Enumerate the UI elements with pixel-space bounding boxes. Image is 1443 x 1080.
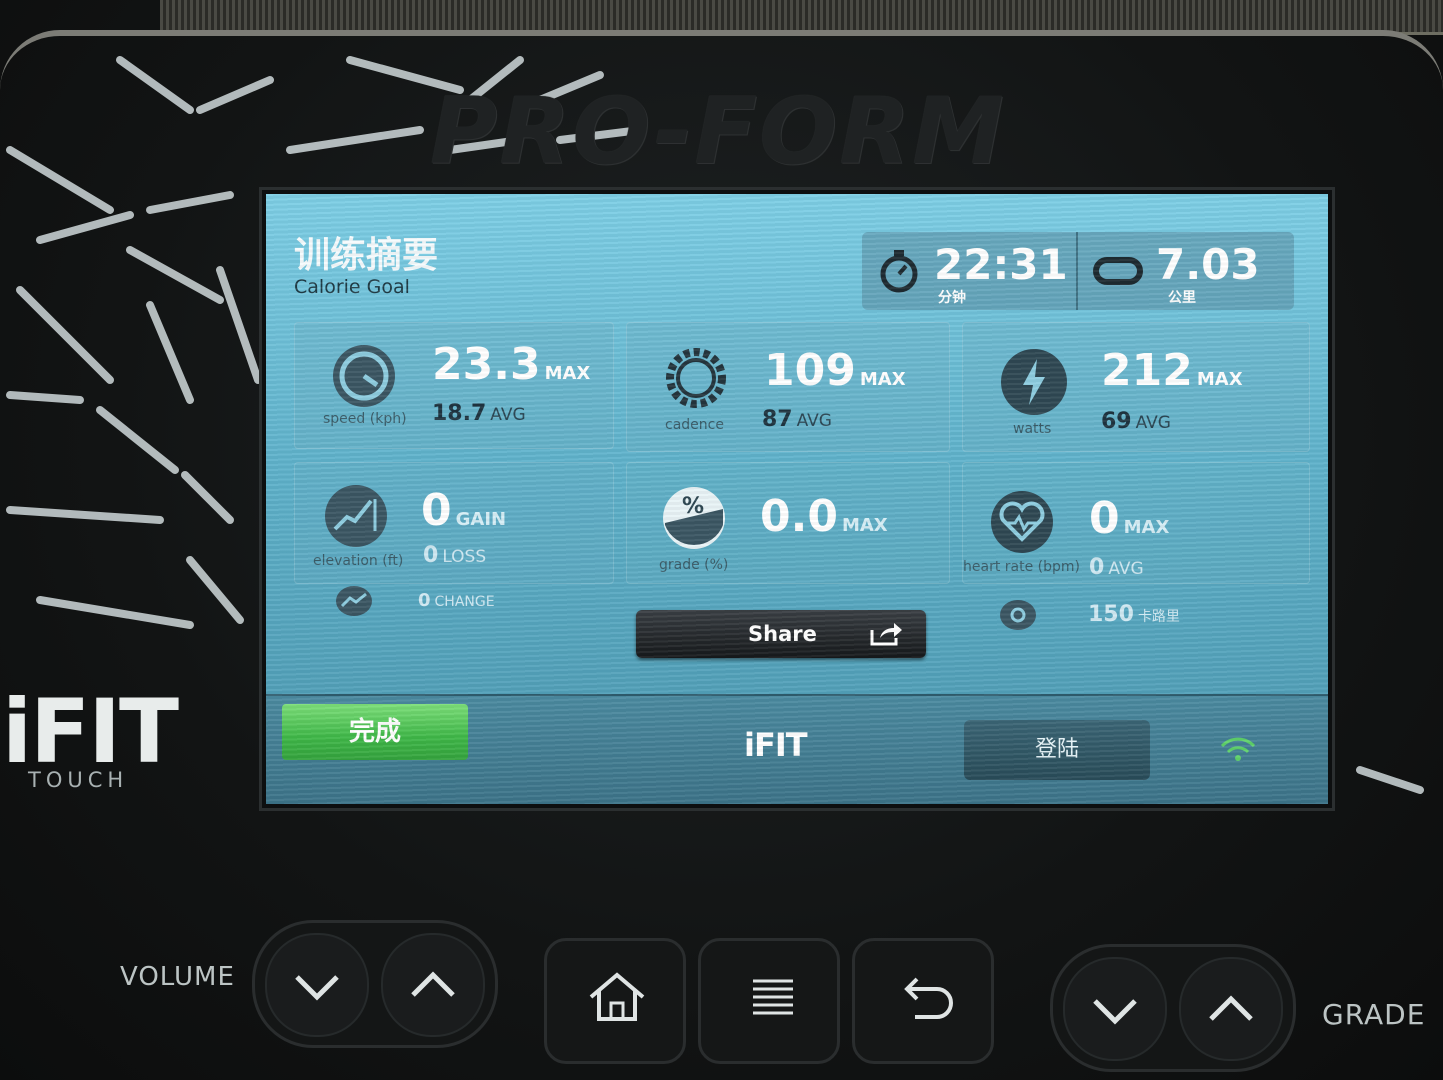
chevron-down-icon bbox=[1093, 999, 1137, 1025]
share-icon bbox=[870, 623, 902, 646]
percent-icon: % bbox=[663, 487, 725, 549]
cadence-max: 109 MAX bbox=[764, 345, 906, 396]
watts-label: watts bbox=[1013, 421, 1052, 437]
elevation-tile: elevation (ft) 0 GAIN 0 LOSS bbox=[294, 462, 614, 584]
page-title: 训练摘要 bbox=[294, 235, 439, 276]
bottom-bar: 完成 iFIT 登陆 bbox=[266, 694, 1328, 804]
grade-down-button[interactable] bbox=[1063, 957, 1167, 1061]
speed-tile: speed (kph) 23.3 MAX 18.7 AVG bbox=[294, 322, 614, 449]
distance-value: 7.03 bbox=[1156, 240, 1260, 289]
grade-label: grade (%) bbox=[659, 557, 729, 573]
elevation-label: elevation (ft) bbox=[313, 553, 404, 569]
chevron-down-icon bbox=[295, 975, 339, 1001]
heart-rate-avg: 0 AVG bbox=[1089, 555, 1144, 580]
brand-wordmark: PRO-FORM bbox=[430, 78, 1006, 185]
calorie-icon bbox=[1000, 600, 1036, 630]
watts-avg: 69 AVG bbox=[1101, 409, 1171, 434]
speed-max: 23.3 MAX bbox=[432, 339, 591, 390]
volume-label: VOLUME bbox=[120, 962, 235, 992]
home-icon bbox=[589, 972, 645, 1021]
watts-tile: watts 212 MAX 69 AVG bbox=[962, 322, 1310, 452]
svg-text:%: % bbox=[682, 494, 704, 519]
distance-summary: 7.03 公里 bbox=[1078, 232, 1294, 310]
heart-icon bbox=[991, 491, 1053, 553]
back-icon bbox=[904, 977, 953, 1019]
volume-down-button[interactable] bbox=[265, 933, 369, 1037]
home-button[interactable] bbox=[544, 938, 686, 1064]
elevation-icon bbox=[325, 485, 387, 547]
time-value: 22:31 bbox=[934, 240, 1068, 289]
speed-avg: 18.7 AVG bbox=[432, 401, 526, 426]
wifi-icon bbox=[1220, 737, 1256, 761]
distance-unit: 公里 bbox=[1168, 290, 1196, 306]
done-button[interactable]: 完成 bbox=[282, 704, 468, 760]
time-unit: 分钟 bbox=[938, 290, 966, 306]
grade-label: GRADE bbox=[1322, 998, 1426, 1031]
login-button[interactable]: 登陆 bbox=[964, 720, 1150, 780]
grade-up-button[interactable] bbox=[1179, 957, 1283, 1061]
menu-icon bbox=[753, 979, 793, 1015]
ifit-touch-label: TOUCH bbox=[28, 768, 129, 792]
back-button[interactable] bbox=[852, 938, 994, 1064]
ifit-bar-logo: iFIT bbox=[744, 726, 808, 764]
heart-rate-max: 0 MAX bbox=[1089, 493, 1170, 544]
cadence-label: cadence bbox=[665, 417, 724, 433]
cadence-avg: 87 AVG bbox=[762, 407, 832, 432]
volume-up-button[interactable] bbox=[381, 933, 485, 1037]
lightning-icon bbox=[1001, 349, 1067, 415]
menu-button[interactable] bbox=[698, 938, 840, 1064]
volume-control bbox=[252, 920, 498, 1048]
touch-screen: 训练摘要 Calorie Goal 22:31 分钟 7.03 公里 speed… bbox=[262, 190, 1332, 808]
elevation-change-icon bbox=[336, 586, 372, 616]
track-icon bbox=[1093, 257, 1143, 285]
share-button[interactable]: Share bbox=[636, 610, 926, 658]
heart-rate-label: heart rate (bpm) bbox=[963, 559, 1080, 575]
watts-max: 212 MAX bbox=[1101, 345, 1243, 396]
console-bezel: PRO-FORM iFIT TOUCH 训练摘要 Calorie Goal 22… bbox=[0, 0, 1443, 1080]
chevron-up-icon bbox=[411, 971, 455, 997]
share-label: Share bbox=[748, 622, 817, 646]
stopwatch-icon bbox=[880, 250, 918, 293]
speed-label: speed (kph) bbox=[323, 411, 407, 427]
grade-max: 0.0 MAX bbox=[760, 491, 888, 542]
time-summary: 22:31 分钟 bbox=[862, 232, 1078, 310]
cadence-tile: cadence 109 MAX 87 AVG bbox=[626, 322, 950, 452]
calorie-value: 150 卡路里 bbox=[1088, 602, 1180, 627]
gear-icon bbox=[666, 348, 726, 408]
summary-panel: 22:31 分钟 7.03 公里 bbox=[862, 232, 1294, 310]
elevation-change: 0 CHANGE bbox=[418, 590, 495, 611]
workout-subtitle: Calorie Goal bbox=[294, 276, 410, 298]
chevron-up-icon bbox=[1209, 995, 1253, 1021]
heart-rate-tile: heart rate (bpm) 0 MAX 0 AVG bbox=[962, 462, 1310, 584]
elevation-gain: 0 GAIN bbox=[421, 485, 507, 536]
grade-tile: % grade (%) 0.0 MAX bbox=[626, 462, 950, 584]
grade-control bbox=[1050, 944, 1296, 1072]
speedometer-icon bbox=[333, 345, 395, 407]
elevation-loss: 0 LOSS bbox=[423, 543, 487, 568]
